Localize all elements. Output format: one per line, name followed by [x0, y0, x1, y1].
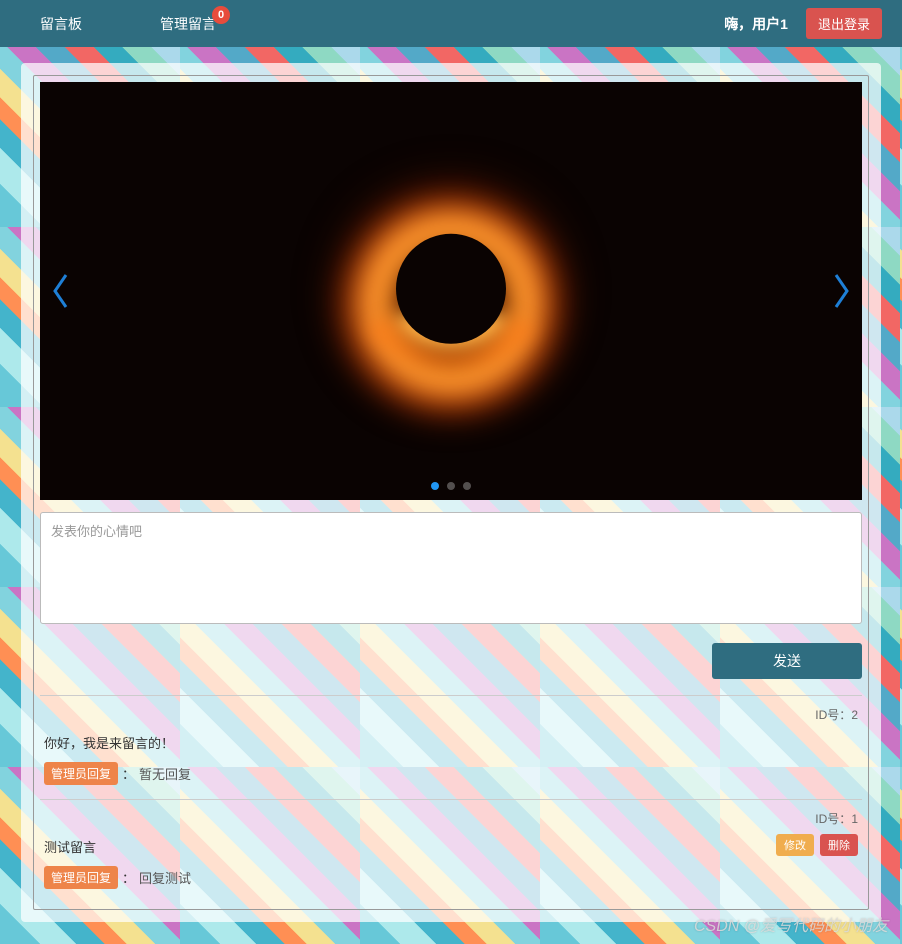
- message-actions: 修改 删除: [776, 834, 858, 856]
- panel: 发送 ID号：2 你好，我是来留言的！ 管理员回复 ： 暂无回复 ID号：1: [33, 75, 869, 910]
- image-carousel: [40, 82, 862, 500]
- carousel-dot-3[interactable]: [463, 482, 471, 490]
- nav-manage-link[interactable]: 管理留言 0: [160, 14, 216, 34]
- carousel-dots: [431, 482, 471, 490]
- chevron-left-icon: [51, 273, 71, 309]
- nav-board-link[interactable]: 留言板: [40, 14, 82, 34]
- message-content: 你好，我是来留言的！: [44, 733, 858, 752]
- main-container: 发送 ID号：2 你好，我是来留言的！ 管理员回复 ： 暂无回复 ID号：1: [21, 63, 881, 922]
- navbar: 留言板 管理留言 0 嗨，用户1 退出登录: [0, 0, 902, 47]
- message-input[interactable]: [40, 512, 862, 624]
- message-list: ID号：2 你好，我是来留言的！ 管理员回复 ： 暂无回复 ID号：1 修改 删…: [40, 695, 862, 903]
- nav-left: 留言板 管理留言 0: [40, 14, 216, 34]
- reply-row: 管理员回复 ： 回复测试: [44, 866, 858, 889]
- message-item: ID号：1 修改 删除 测试留言 管理员回复 ： 回复测试: [40, 799, 862, 903]
- admin-reply-label: 管理员回复: [44, 762, 118, 785]
- delete-button[interactable]: 删除: [820, 834, 858, 856]
- reply-row: 管理员回复 ： 暂无回复: [44, 762, 858, 785]
- reply-colon: ：: [122, 764, 135, 783]
- carousel-prev-button[interactable]: [48, 269, 74, 313]
- watermark: CSDN @爱写代码的小朋友: [694, 912, 888, 936]
- nav-manage-label: 管理留言: [160, 16, 216, 32]
- reply-colon: ：: [122, 868, 135, 887]
- compose-area: 发送: [40, 512, 862, 679]
- chevron-right-icon: [831, 273, 851, 309]
- reply-text: 暂无回复: [139, 764, 191, 783]
- logout-button[interactable]: 退出登录: [806, 8, 882, 39]
- admin-reply-label: 管理员回复: [44, 866, 118, 889]
- edit-button[interactable]: 修改: [776, 834, 814, 856]
- carousel-dot-2[interactable]: [447, 482, 455, 490]
- send-button[interactable]: 发送: [712, 643, 862, 679]
- carousel-next-button[interactable]: [828, 269, 854, 313]
- send-row: 发送: [40, 643, 862, 679]
- message-id: ID号：1: [44, 810, 858, 827]
- reply-text: 回复测试: [139, 868, 191, 887]
- carousel-image: [321, 161, 581, 421]
- carousel-dot-1[interactable]: [431, 482, 439, 490]
- nav-right: 嗨，用户1 退出登录: [724, 8, 882, 39]
- greeting-text: 嗨，用户1: [724, 14, 788, 34]
- notification-badge: 0: [212, 6, 230, 24]
- message-item: ID号：2 你好，我是来留言的！ 管理员回复 ： 暂无回复: [40, 695, 862, 799]
- message-id: ID号：2: [44, 706, 858, 723]
- message-content: 测试留言: [44, 837, 858, 856]
